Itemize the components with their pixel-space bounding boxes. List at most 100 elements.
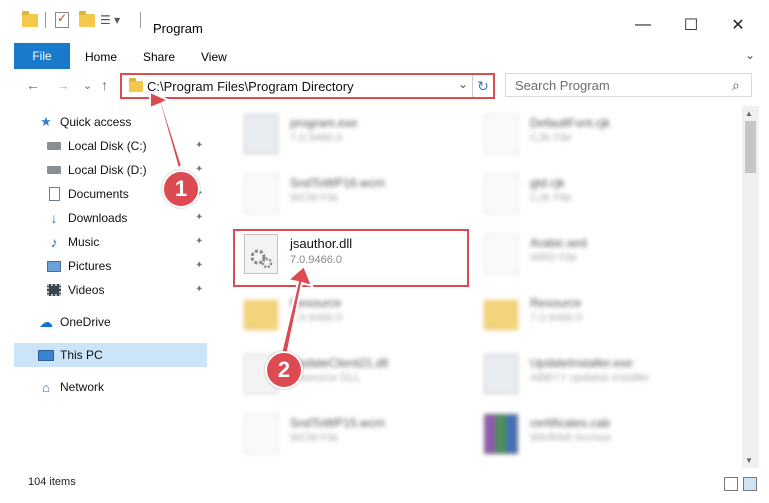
nav-item-label: Videos (68, 283, 105, 297)
file-meta: WRD File (530, 252, 578, 264)
expand-ribbon-icon[interactable]: ⌄ (745, 48, 755, 62)
pin-icon[interactable]: ✦ (195, 212, 203, 223)
file-item[interactable]: certificates.cab WinRAR Archive (472, 408, 712, 462)
nav-item-quick-access[interactable]: ★ Quick access (38, 111, 131, 133)
tab-home[interactable]: Home (85, 50, 117, 64)
nav-item-onedrive[interactable]: ☁ OneDrive (38, 311, 111, 333)
exe-file-icon (484, 354, 518, 394)
onedrive-icon: ☁ (39, 313, 53, 330)
file-meta: CJK File (530, 192, 572, 204)
new-folder-icon[interactable] (79, 10, 95, 30)
file-name: Arabic.wrd (530, 236, 587, 250)
tiles-view-button[interactable] (743, 477, 757, 491)
nav-item-label: This PC (60, 348, 103, 362)
document-file-icon (484, 174, 518, 214)
file-name: SndToWP15.wcm (290, 416, 385, 430)
folder-icon (244, 300, 278, 330)
search-input[interactable]: Search Program (515, 78, 610, 93)
file-name: DefaultFont.cjk (530, 116, 611, 130)
nav-item-label: Downloads (68, 211, 128, 225)
file-name: UpdateInstaller.exe (530, 356, 633, 370)
nav-item-documents[interactable]: Documents (46, 183, 129, 205)
refresh-button[interactable]: ↻ (472, 75, 493, 97)
pin-icon[interactable]: ✦ (195, 140, 203, 151)
star-icon: ★ (40, 114, 52, 129)
document-file-icon (484, 114, 518, 154)
file-name: certificates.cab (530, 416, 611, 430)
separator (45, 10, 46, 30)
documents-icon (46, 187, 62, 201)
file-name: Resource (290, 296, 342, 310)
status-bar: 104 items (0, 472, 769, 492)
customize-toolbar-icon[interactable]: ☰ ▾ (100, 10, 120, 30)
address-bar[interactable]: C:\Program Files\Program Directory ⌄ ↻ (120, 73, 495, 99)
folder-icon (129, 78, 143, 92)
nav-item-label: Pictures (68, 259, 112, 273)
file-name: gtd.cjk (530, 176, 565, 190)
nav-item-this-pc[interactable]: This PC (38, 344, 103, 366)
back-button[interactable]: ← (26, 77, 40, 93)
drive-icon (46, 139, 62, 153)
window-title: Program (153, 21, 203, 36)
nav-item-label: Music (68, 235, 100, 249)
properties-icon[interactable] (55, 10, 69, 30)
tab-view[interactable]: View (201, 50, 227, 64)
pin-icon[interactable]: ✦ (195, 236, 203, 247)
file-item[interactable]: SndToWP16.wcm WCM File (232, 168, 472, 222)
file-item[interactable]: Resource 7.0.9466.0 (232, 288, 472, 342)
vertical-scrollbar[interactable]: ▲ ▼ (742, 106, 759, 468)
file-meta: WCM File (290, 192, 339, 204)
search-box[interactable]: Search Program ⌕ (505, 73, 752, 97)
scroll-down-icon[interactable]: ▼ (745, 456, 753, 465)
nav-item-pictures[interactable]: Pictures (46, 255, 111, 277)
file-name: program.exe (290, 116, 358, 130)
nav-item-local-disk-c[interactable]: Local Disk (C:) (46, 135, 147, 157)
title-bar: ☰ ▾ Program — ☐ ✕ (0, 0, 769, 40)
file-meta: 7.0.9466.0 (530, 312, 582, 324)
file-item[interactable]: program.exe 7.0.9466.0 (232, 108, 472, 162)
file-meta: WCM File (290, 432, 339, 444)
nav-item-local-disk-d[interactable]: Local Disk (D:) (46, 159, 147, 181)
file-meta: ABBYY updates installer (530, 372, 650, 384)
scroll-thumb[interactable] (745, 121, 756, 173)
minimize-button[interactable]: — (620, 10, 666, 40)
folder-icon (484, 300, 518, 330)
close-button[interactable]: ✕ (715, 10, 761, 40)
file-item[interactable]: gtd.cjk CJK File (472, 168, 712, 222)
search-icon[interactable]: ⌕ (732, 77, 740, 94)
forward-button[interactable]: → (56, 77, 70, 93)
file-item[interactable]: SndToWP15.wcm WCM File (232, 408, 472, 462)
file-item[interactable]: UpdateInstaller.exe ABBYY updates instal… (472, 348, 712, 402)
recent-locations-button[interactable]: ⌄ (83, 79, 92, 92)
file-item[interactable]: DefaultFont.cjk CJK File (472, 108, 712, 162)
tab-file[interactable]: File (14, 43, 70, 69)
pin-icon[interactable]: ✦ (195, 164, 203, 175)
scroll-up-icon[interactable]: ▲ (745, 109, 753, 118)
nav-item-music[interactable]: ♪ Music (46, 231, 100, 253)
pin-icon[interactable]: ✦ (195, 260, 203, 271)
up-button[interactable]: ↑ (101, 77, 108, 93)
file-item[interactable]: Arabic.wrd WRD File (472, 228, 712, 282)
chevron-down-icon[interactable]: ⌄ (458, 77, 468, 91)
drive-icon (46, 163, 62, 177)
file-item[interactable]: Resource 7.0.9466.0 (472, 288, 712, 342)
tab-share[interactable]: Share (143, 50, 175, 64)
music-icon: ♪ (50, 234, 58, 250)
address-path[interactable]: C:\Program Files\Program Directory (147, 79, 354, 94)
pin-icon[interactable]: ✦ (195, 284, 203, 295)
document-file-icon (244, 174, 278, 214)
callout-badge-1: 1 (162, 170, 200, 208)
this-pc-icon (38, 348, 54, 362)
nav-item-label: Documents (68, 187, 129, 201)
file-name: Resource (530, 296, 582, 310)
folder-icon (22, 10, 38, 30)
details-view-button[interactable] (724, 477, 738, 491)
file-meta: 7.0.9466.0 (290, 132, 342, 144)
nav-item-label: Local Disk (C:) (68, 139, 147, 153)
nav-item-downloads[interactable]: ↓ Downloads (46, 207, 128, 229)
navigation-pane: ★ Quick access Local Disk (C:) Local Dis… (0, 106, 210, 466)
nav-item-videos[interactable]: Videos (46, 279, 104, 301)
file-name: UpdateClient21.dll (290, 356, 389, 370)
nav-item-network[interactable]: ⌂ Network (38, 376, 104, 398)
maximize-button[interactable]: ☐ (668, 10, 714, 40)
